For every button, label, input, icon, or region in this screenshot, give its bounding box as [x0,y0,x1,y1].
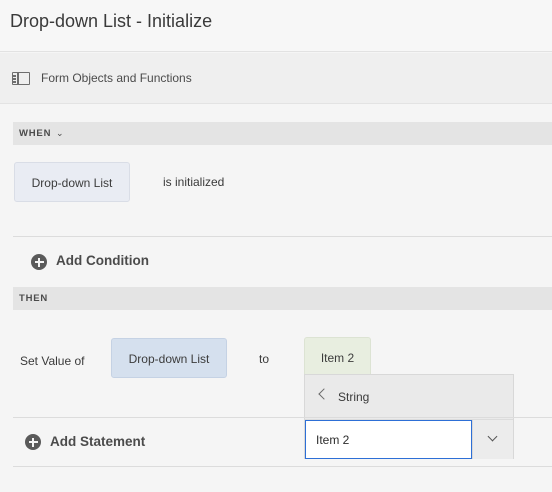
type-back-row[interactable]: String [305,375,513,420]
page-title: Drop-down List - Initialize [10,11,213,31]
when-section-header[interactable]: WHEN ⌄ [13,122,552,145]
type-label[interactable]: String [338,390,369,404]
add-condition-button[interactable]: Add Condition [56,253,149,268]
divider [13,466,552,467]
form-objects-bar[interactable]: Form Objects and Functions [0,53,552,104]
add-circle-icon[interactable] [31,254,47,270]
title-bar: Drop-down List - Initialize [0,0,552,52]
divider [13,417,552,418]
add-circle-icon[interactable] [25,434,41,450]
expand-button[interactable] [472,420,513,459]
form-objects-label[interactable]: Form Objects and Functions [41,71,192,85]
panel-icon[interactable] [12,72,30,85]
value-input[interactable] [305,420,472,459]
chevron-left-icon[interactable] [318,388,330,400]
when-subject-chip[interactable]: Drop-down List [14,162,130,202]
when-label: WHEN [19,128,52,139]
then-label: THEN [19,293,49,304]
add-statement-button[interactable]: Add Statement [50,434,145,449]
then-target-chip[interactable]: Drop-down List [111,338,227,378]
to-text: to [259,352,270,366]
chevron-down-icon [487,431,498,442]
divider [13,236,552,237]
chevron-down-icon[interactable]: ⌄ [56,128,64,139]
when-event-text[interactable]: is initialized [163,175,224,189]
then-section-header: THEN [13,287,552,310]
set-value-text[interactable]: Set Value of [20,354,85,368]
value-chip[interactable]: Item 2 [304,337,371,377]
